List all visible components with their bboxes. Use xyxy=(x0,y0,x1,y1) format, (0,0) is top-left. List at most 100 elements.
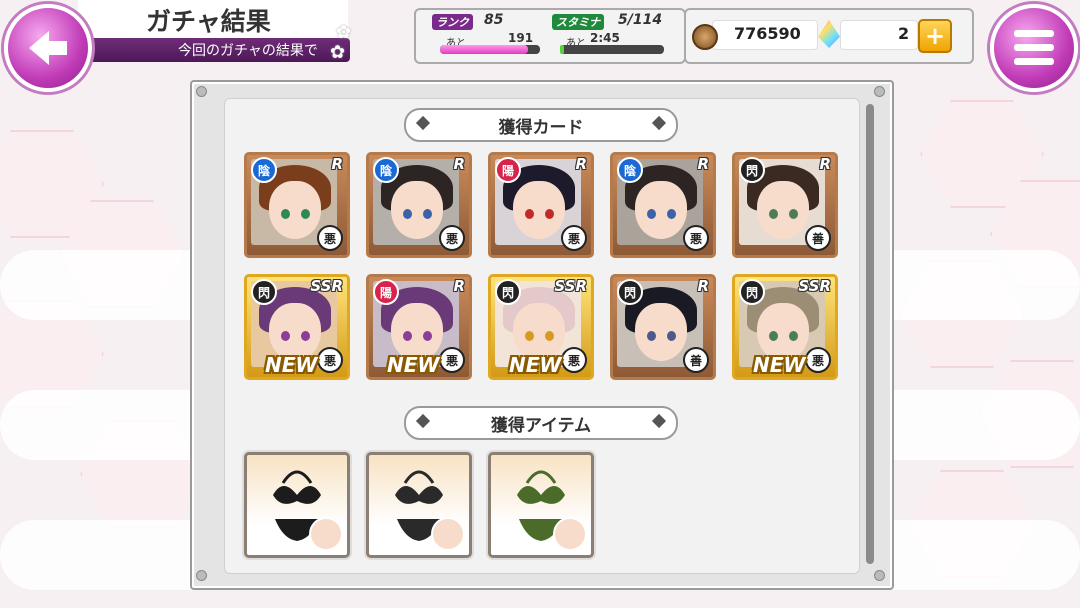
items-header-label: 獲得アイテム xyxy=(490,415,592,436)
portrait-eye xyxy=(423,331,432,341)
rank-remaining: 191 xyxy=(508,31,534,45)
item-tile[interactable] xyxy=(366,452,472,558)
card-alignment-badge: 悪 xyxy=(317,225,343,251)
portrait-face xyxy=(391,181,443,239)
portrait-eye xyxy=(647,331,656,341)
screw-icon xyxy=(874,86,885,97)
card-new-label: NEW xyxy=(387,353,440,377)
card-attribute-badge: 陽 xyxy=(495,157,521,183)
cards-section-header: 獲得カード xyxy=(404,108,678,142)
card-alignment-badge: 悪 xyxy=(439,347,465,373)
card-new-label: NEW xyxy=(265,353,318,377)
sakura-icon: ✿ xyxy=(336,22,352,43)
card-alignment-badge: 悪 xyxy=(683,225,709,251)
card-alignment-badge: 悪 xyxy=(805,347,831,373)
item-tile[interactable] xyxy=(244,452,350,558)
card-alignment-badge: 善 xyxy=(805,225,831,251)
scrollbar-thumb[interactable] xyxy=(866,104,874,564)
card-rarity: R xyxy=(453,277,465,295)
stamina-label: スタミナ xyxy=(552,14,604,30)
card-rarity: R xyxy=(697,277,709,295)
portrait-eye xyxy=(281,331,290,341)
portrait-eye xyxy=(403,331,412,341)
screw-icon xyxy=(196,86,207,97)
rank-progress-fill xyxy=(440,45,528,54)
coin-value: 776590 xyxy=(734,24,801,43)
card-tile[interactable]: 陰 R 悪 xyxy=(610,152,716,258)
card-rarity: R xyxy=(575,155,587,173)
rank-value: 85 xyxy=(484,12,504,28)
portrait-eye xyxy=(301,209,310,219)
screw-icon xyxy=(874,570,885,581)
portrait-eye xyxy=(525,331,534,341)
portrait-face xyxy=(757,181,809,239)
card-tile[interactable]: 陰 R 悪 xyxy=(244,152,350,258)
card-rarity: SSR xyxy=(554,277,587,295)
coin-icon xyxy=(692,24,718,50)
card-new-label: NEW xyxy=(753,353,806,377)
card-attribute-badge: 陰 xyxy=(251,157,277,183)
portrait-eye xyxy=(545,209,554,219)
stamina-progress-fill xyxy=(560,45,565,54)
card-attribute-badge: 陰 xyxy=(373,157,399,183)
card-alignment-badge: 善 xyxy=(683,347,709,373)
portrait-eye xyxy=(281,209,290,219)
card-rarity: SSR xyxy=(310,277,343,295)
card-attribute-badge: 陰 xyxy=(617,157,643,183)
card-alignment-badge: 悪 xyxy=(561,347,587,373)
sakura-icon: ✿ xyxy=(330,42,346,63)
card-tile[interactable]: 陽 R 悪 NEW xyxy=(366,274,472,380)
page-title: ガチャ結果 xyxy=(146,7,271,36)
diamond-icon xyxy=(415,115,431,131)
card-tile[interactable]: 閃 SSR 悪 NEW xyxy=(732,274,838,380)
card-attribute-badge: 閃 xyxy=(739,157,765,183)
page-subtitle: 今回のガチャの結果で xyxy=(178,43,318,59)
items-section-header: 獲得アイテム xyxy=(404,406,678,440)
card-tile[interactable]: 陽 R 悪 xyxy=(488,152,594,258)
stamina-remaining: 2:45 xyxy=(590,31,620,45)
back-button[interactable] xyxy=(4,4,92,92)
portrait-face xyxy=(513,181,565,239)
card-rarity: R xyxy=(453,155,465,173)
portrait-face xyxy=(635,303,687,361)
stamina-value: 5/114 xyxy=(618,12,663,28)
item-tile[interactable] xyxy=(488,452,594,558)
screw-icon xyxy=(196,570,207,581)
card-rarity: R xyxy=(331,155,343,173)
card-tile[interactable]: 閃 SSR 悪 NEW xyxy=(488,274,594,380)
portrait-eye xyxy=(647,209,656,219)
menu-icon xyxy=(1014,44,1054,51)
diamond-icon xyxy=(651,413,667,429)
portrait-eye xyxy=(403,209,412,219)
card-tile[interactable]: 陰 R 悪 xyxy=(366,152,472,258)
portrait-face xyxy=(269,181,321,239)
card-tile[interactable]: 閃 SSR 悪 NEW xyxy=(244,274,350,380)
portrait-eye xyxy=(667,209,676,219)
card-attribute-badge: 閃 xyxy=(739,279,765,305)
menu-button[interactable] xyxy=(990,4,1078,92)
card-alignment-badge: 悪 xyxy=(439,225,465,251)
card-attribute-badge: 閃 xyxy=(251,279,277,305)
card-attribute-badge: 閃 xyxy=(495,279,521,305)
card-tile[interactable]: 閃 R 善 xyxy=(732,152,838,258)
card-tile[interactable]: 閃 R 善 xyxy=(610,274,716,380)
portrait-eye xyxy=(667,331,676,341)
card-rarity: R xyxy=(697,155,709,173)
menu-icon xyxy=(1014,58,1054,65)
gem-value: 2 xyxy=(898,24,910,43)
rank-label: ランク xyxy=(432,14,473,30)
portrait-eye xyxy=(301,331,310,341)
card-rarity: SSR xyxy=(798,277,831,295)
menu-icon xyxy=(1014,30,1054,37)
portrait-eye xyxy=(545,331,554,341)
card-alignment-badge: 悪 xyxy=(561,225,587,251)
card-attribute-badge: 陽 xyxy=(373,279,399,305)
character-mini-avatar xyxy=(553,517,587,551)
add-gems-button[interactable]: + xyxy=(918,19,952,53)
portrait-eye xyxy=(769,331,778,341)
portrait-eye xyxy=(423,209,432,219)
portrait-eye xyxy=(769,209,778,219)
portrait-eye xyxy=(789,331,798,341)
diamond-icon xyxy=(415,413,431,429)
card-new-label: NEW xyxy=(509,353,562,377)
